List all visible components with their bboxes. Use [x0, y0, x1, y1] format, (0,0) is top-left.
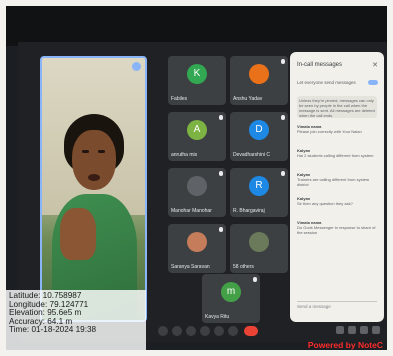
- participant-name: Anshu Yadav: [233, 96, 263, 102]
- message-text: Hai 2 students calling different from sy…: [297, 153, 374, 158]
- avatar: m: [221, 282, 241, 302]
- message-text: Do Gods Messenger in response to share o…: [297, 225, 376, 235]
- mic-muted-icon: [219, 171, 223, 176]
- participant-name: Kavya Ritu: [205, 314, 230, 320]
- participant-name: Manohar Manohar: [171, 208, 212, 214]
- mic-button[interactable]: [158, 326, 168, 336]
- end-call-button[interactable]: [244, 326, 258, 336]
- avatar: K: [187, 64, 207, 84]
- participant-name: Devadharshini C: [233, 152, 270, 158]
- message-text: Trainers are calling different from syst…: [297, 177, 370, 187]
- chat-notice: Unless they're pinned, messages can only…: [297, 96, 377, 118]
- pin-icon: [132, 62, 141, 71]
- participant-tile[interactable]: K Fabiles: [168, 56, 226, 105]
- chat-message: Kalyan Sir then any question they ask?: [297, 196, 377, 206]
- person-hand: [60, 208, 96, 260]
- participant-name: R. Bhargaviraj: [233, 208, 265, 214]
- participant-tile[interactable]: A anrutha mis: [168, 112, 226, 161]
- participant-tile[interactable]: R R. Bhargaviraj: [230, 168, 288, 217]
- chat-message: Kalyan Trainers are calling different fr…: [297, 172, 377, 187]
- mic-muted-icon: [219, 115, 223, 120]
- participant-tile[interactable]: Anshu Yadav: [230, 56, 288, 105]
- captions-button[interactable]: [186, 326, 196, 336]
- mic-muted-icon: [219, 227, 223, 232]
- participant-tile[interactable]: Manohar Manohar: [168, 168, 226, 217]
- camera-button[interactable]: [172, 326, 182, 336]
- message-text: Please join correctly with Your Nalan: [297, 129, 362, 134]
- participant-name: anrutha mis: [171, 152, 198, 158]
- message-text: Sir then any question they ask?: [297, 201, 353, 206]
- close-icon[interactable]: ✕: [372, 61, 378, 69]
- info-icon[interactable]: [336, 326, 344, 334]
- call-controls: [158, 324, 288, 338]
- avatar: [187, 176, 207, 196]
- person-face: [72, 130, 116, 190]
- mic-muted-icon: [281, 59, 285, 64]
- people-icon[interactable]: [348, 326, 356, 334]
- others-tile[interactable]: 58 others: [230, 224, 288, 273]
- gps-overlay: Latitude: 10.758987 Longitude: 79.124771…: [6, 290, 146, 350]
- chat-message: Vimala nama Do Gods Messenger in respons…: [297, 220, 377, 235]
- avatar: D: [249, 120, 269, 140]
- participant-name: 58 others: [233, 264, 254, 270]
- mic-muted-icon: [253, 277, 257, 282]
- avatar: [249, 232, 269, 252]
- chat-message: Vimala nama Please join correctly with Y…: [297, 124, 377, 134]
- toggle-label: Let everyone send messages: [297, 80, 356, 85]
- participant-tile[interactable]: D Devadharshini C: [230, 112, 288, 161]
- participant-name: Saranya Saravan: [171, 264, 210, 270]
- avatar: [249, 64, 269, 84]
- more-options-button[interactable]: [228, 326, 238, 336]
- activities-icon[interactable]: [372, 326, 380, 334]
- watermark: Powered by NoteC: [307, 340, 383, 350]
- person-eye: [98, 150, 105, 153]
- participant-name: Fabiles: [171, 96, 188, 102]
- chat-message: Kalyan Hai 2 students calling different …: [297, 148, 377, 158]
- self-video-tile: [40, 56, 147, 322]
- chat-panel: In-call messages ✕ Let everyone send mes…: [290, 52, 384, 322]
- monitor-bezel: [6, 6, 387, 46]
- person-eye: [82, 150, 89, 153]
- avatar: [187, 232, 207, 252]
- chat-icon[interactable]: [360, 326, 368, 334]
- mic-muted-icon: [281, 115, 285, 120]
- participant-tile[interactable]: Saranya Saravan: [168, 224, 226, 273]
- send-messages-toggle[interactable]: [368, 80, 378, 85]
- avatar: A: [187, 120, 207, 140]
- gps-time: Time: 01-18-2024 19:38: [9, 325, 97, 335]
- chat-input[interactable]: Send a message: [297, 301, 377, 312]
- present-button[interactable]: [214, 326, 224, 336]
- chat-title: In-call messages: [297, 62, 343, 68]
- person-mouth: [88, 174, 100, 181]
- participant-tile[interactable]: m Kavya Ritu: [202, 274, 260, 323]
- raise-hand-button[interactable]: [200, 326, 210, 336]
- mic-muted-icon: [281, 171, 285, 176]
- avatar: R: [249, 176, 269, 196]
